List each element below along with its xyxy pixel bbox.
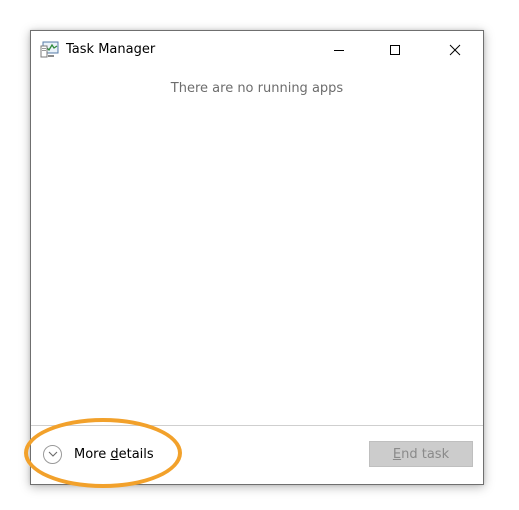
close-icon (449, 44, 461, 56)
app-list-area[interactable]: There are no running apps (31, 69, 483, 425)
screenshot-stage: Task Manager There are no running apps M… (0, 0, 519, 510)
more-details-label-suffix: etails (118, 446, 154, 462)
window-title: Task Manager (66, 42, 156, 57)
more-details-access-key: d (110, 446, 119, 462)
end-task-access-key: E (392, 446, 402, 462)
close-button[interactable] (432, 31, 478, 69)
chevron-down-icon (43, 444, 62, 464)
more-details-label: More details (74, 447, 154, 462)
minimize-icon (334, 50, 344, 51)
footer-bar: More details End task (31, 426, 483, 484)
more-details-label-prefix: More (74, 446, 111, 462)
title-bar[interactable]: Task Manager (31, 31, 483, 69)
maximize-button[interactable] (372, 31, 418, 69)
more-details-button[interactable]: More details (43, 443, 154, 465)
empty-state-message: There are no running apps (170, 81, 344, 96)
task-manager-window: Task Manager There are no running apps M… (30, 30, 484, 485)
task-manager-icon (40, 41, 60, 59)
maximize-icon (390, 45, 400, 55)
minimize-button[interactable] (316, 31, 362, 69)
end-task-button[interactable]: End task (369, 441, 473, 467)
end-task-label-suffix: nd task (401, 446, 450, 462)
